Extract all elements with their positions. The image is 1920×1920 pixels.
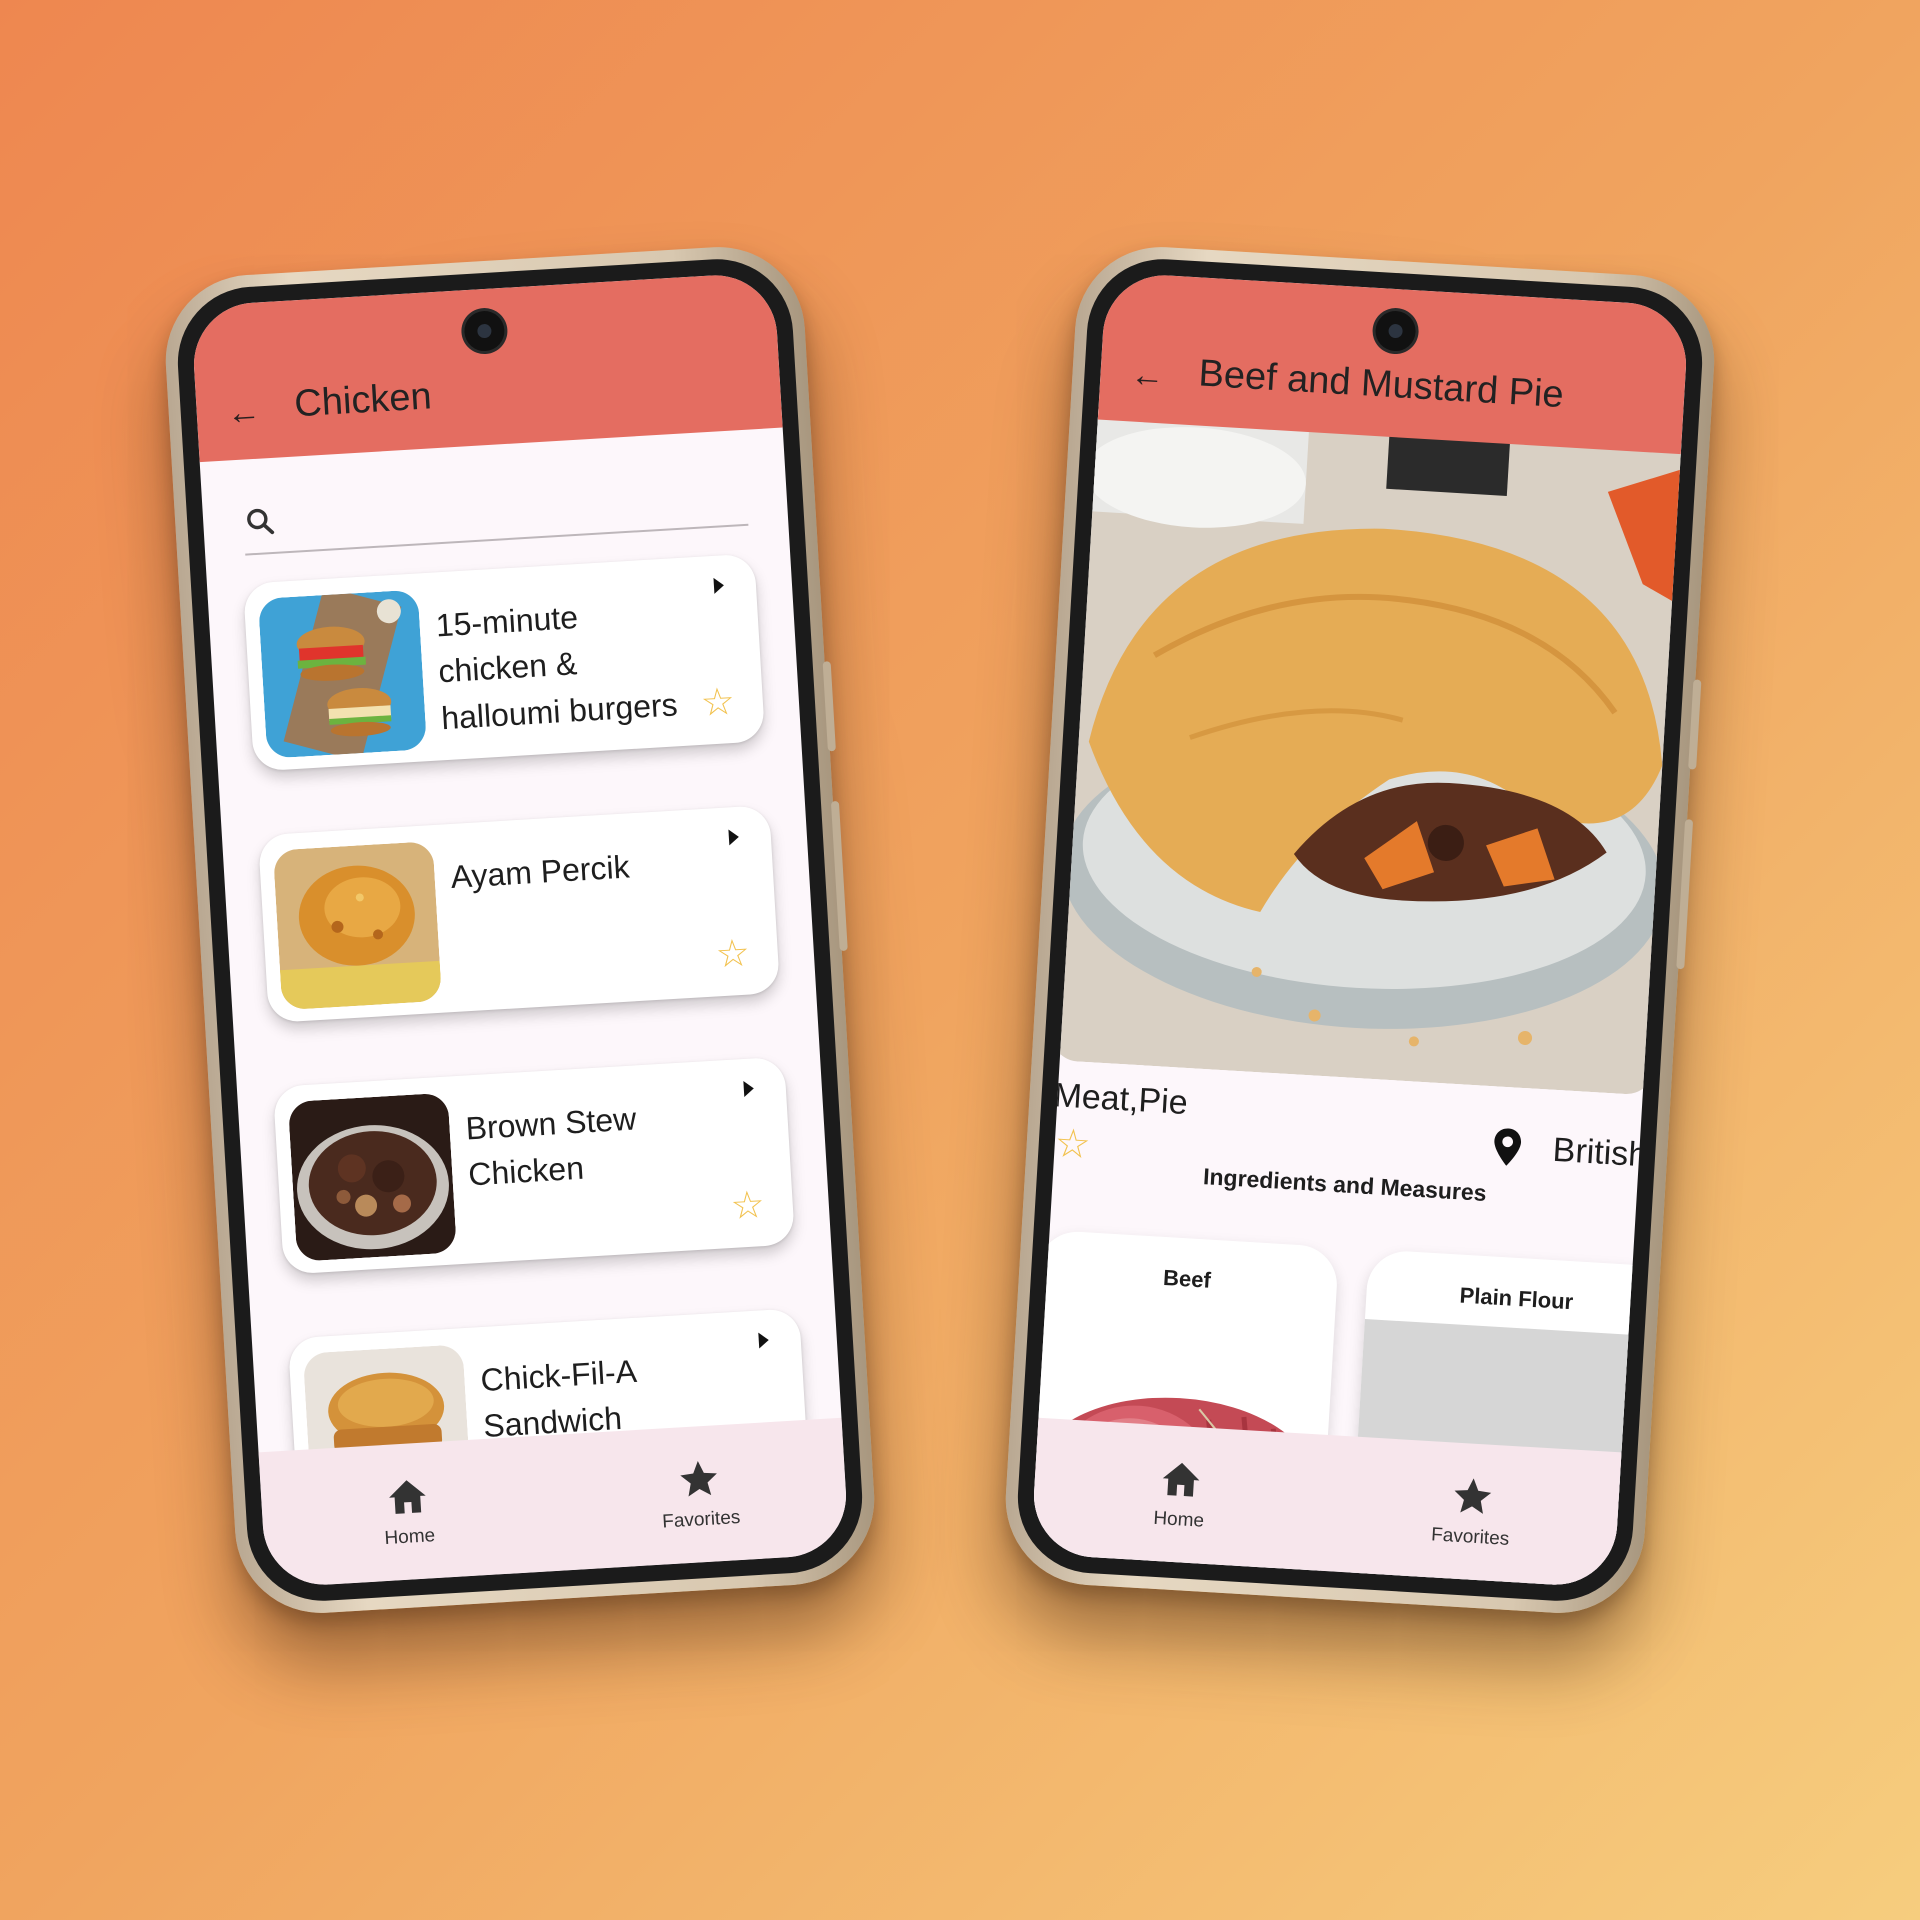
arrow-left-icon[interactable]: ← [1129,355,1165,395]
app-bar: ← Chicken [190,271,783,463]
area-label: British [1490,1126,1649,1175]
play-arrow-icon[interactable] [743,1080,755,1097]
search-icon [247,508,275,535]
stew-photo [287,1092,458,1262]
phone-bezel: ← Chicken 15-minute chicken & halloumi b… [173,254,867,1606]
star-outline-icon[interactable]: ☆ [715,932,752,976]
nav-home-label: Home [1152,1507,1205,1532]
home-icon [1162,1462,1200,1497]
phone-left: ← Chicken 15-minute chicken & halloumi b… [160,242,880,1618]
star-outline-icon[interactable]: ☆ [729,1184,766,1228]
phone-bezel: ← Beef and Mustard Pie Meat,Pie ☆ Britis… [1013,254,1707,1606]
play-arrow-icon[interactable] [758,1331,770,1349]
star-icon [680,1461,717,1497]
pie-photo [1049,400,1690,1096]
burger-photo [257,589,428,759]
meal-title: Brown Stew Chicken [464,1100,638,1193]
meal-title: 15-minute chicken & halloumi burgers [434,599,679,737]
nav-favorites-label: Favorites [1430,1524,1510,1550]
nav-home[interactable]: Home [259,1435,559,1588]
nav-favorites[interactable]: Favorites [1322,1435,1622,1588]
location-pin-icon [1493,1128,1521,1166]
area-name: British [1551,1130,1649,1174]
star-icon [1454,1478,1492,1514]
ingredient-name: Beef [1162,1264,1212,1293]
meal-card[interactable]: Brown Stew Chicken ☆ [272,1056,796,1275]
volume-button [1688,679,1702,770]
nav-home-label: Home [383,1525,436,1550]
phone-right: ← Beef and Mustard Pie Meat,Pie ☆ Britis… [1000,242,1720,1618]
category-tags: Meat,Pie [1052,1076,1189,1123]
nav-favorites[interactable]: Favorites [550,1418,850,1571]
meal-title: Ayam Percik [449,848,631,895]
arrow-left-icon[interactable]: ← [226,392,262,432]
star-outline-icon[interactable]: ☆ [700,681,737,725]
nav-favorites-label: Favorites [661,1506,741,1533]
power-button [1676,819,1694,970]
ingredient-name: Plain Flour [1458,1282,1574,1315]
play-arrow-icon[interactable] [713,577,725,594]
search-input[interactable] [241,461,749,556]
meal-card[interactable]: Ayam Percik ☆ [257,805,781,1024]
home-icon [389,1480,426,1514]
category-meals-screen: ← Chicken 15-minute chicken & halloumi b… [190,271,850,1589]
power-button [830,800,848,952]
volume-button [822,661,836,752]
page-title: Beef and Mustard Pie [1197,352,1565,417]
page-title: Chicken [293,375,433,426]
nav-home[interactable]: Home [1030,1418,1330,1571]
meal-card[interactable]: 15-minute chicken & halloumi burgers ☆ [242,553,766,772]
play-arrow-icon[interactable] [728,828,740,846]
grilled-chicken-photo [272,841,443,1011]
meal-detail-screen: ← Beef and Mustard Pie Meat,Pie ☆ Britis… [1030,271,1690,1589]
